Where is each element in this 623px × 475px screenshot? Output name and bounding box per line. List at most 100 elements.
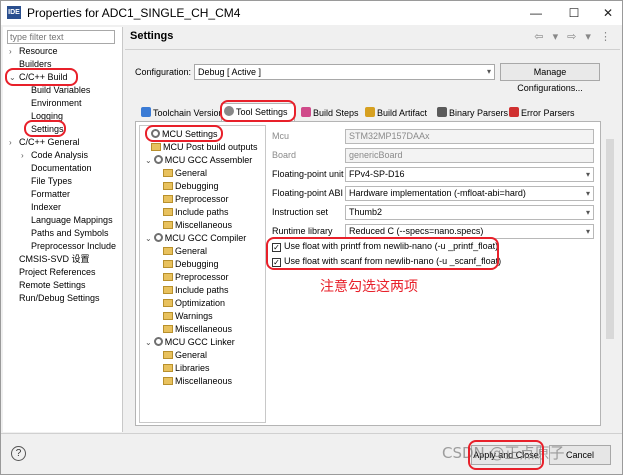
nav-item-label: Project References bbox=[19, 267, 96, 277]
nav-item[interactable]: Documentation bbox=[21, 162, 92, 175]
tab-error-parsers[interactable]: Error Parsers bbox=[507, 105, 575, 121]
tab-build-artifact[interactable]: Build Artifact bbox=[363, 105, 427, 121]
field-label: Mcu bbox=[272, 131, 290, 141]
chevron-right-icon: › bbox=[21, 151, 24, 160]
folder-icon bbox=[163, 221, 173, 229]
nav-item[interactable]: Formatter bbox=[21, 188, 70, 201]
nav-item[interactable]: Preprocessor Include bbox=[21, 240, 116, 253]
tree-node[interactable]: Optimization bbox=[163, 297, 225, 310]
field-value: genericBoard bbox=[349, 150, 403, 160]
annotation-note: 注意勾选这两项 bbox=[320, 279, 418, 295]
configuration-label: Configuration: bbox=[135, 67, 192, 77]
tree-node[interactable]: Miscellaneous bbox=[163, 375, 232, 388]
tree-node[interactable]: Debugging bbox=[163, 180, 219, 193]
configuration-select[interactable]: Debug [ Active ] ▾ bbox=[194, 64, 495, 80]
nav-item[interactable]: CMSIS-SVD 设置 bbox=[9, 253, 90, 266]
tree-node[interactable]: ⌄ MCU GCC Compiler bbox=[145, 232, 246, 245]
nav-item-label: Run/Debug Settings bbox=[19, 293, 100, 303]
field-board: genericBoard bbox=[345, 148, 594, 163]
tab-build-steps[interactable]: Build Steps bbox=[299, 105, 359, 121]
nav-item[interactable]: Project References bbox=[9, 266, 96, 279]
field-value: Reduced C (--specs=nano.specs) bbox=[349, 226, 484, 236]
field-label: Floating-point ABI bbox=[272, 188, 344, 198]
tree-node[interactable]: MCU Post build outputs bbox=[151, 141, 258, 154]
nav-item[interactable]: File Types bbox=[21, 175, 72, 188]
nav-item[interactable]: Paths and Symbols bbox=[21, 227, 109, 240]
highlight-cpp-build bbox=[5, 68, 78, 86]
field-floating-point-unit[interactable]: FPv4-SP-D16 ▾ bbox=[345, 167, 594, 182]
tree-node-label: Debugging bbox=[175, 181, 219, 191]
maximize-button[interactable]: ☐ bbox=[561, 4, 587, 22]
nav-item-label: C/C++ General bbox=[19, 137, 80, 147]
vertical-scrollbar[interactable] bbox=[605, 125, 615, 427]
field-floating-point-abi[interactable]: Hardware implementation (-mfloat-abi=har… bbox=[345, 186, 594, 201]
chevron-down-icon: ▾ bbox=[585, 208, 590, 217]
highlight-apply-close bbox=[468, 440, 544, 470]
close-button[interactable]: ✕ bbox=[595, 4, 621, 22]
tree-node[interactable]: ⌄ MCU GCC Assembler bbox=[145, 154, 252, 167]
manage-configurations-button[interactable]: Manage Configurations... bbox=[500, 63, 600, 93]
filter-input[interactable] bbox=[7, 30, 115, 44]
nav-item[interactable]: Language Mappings bbox=[21, 214, 113, 227]
tab-toolchain-version[interactable]: Toolchain Version bbox=[139, 105, 224, 121]
nav-item[interactable]: Run/Debug Settings bbox=[9, 292, 100, 305]
tree-node[interactable]: Preprocessor bbox=[163, 271, 229, 284]
scrollbar-thumb[interactable] bbox=[606, 139, 614, 339]
highlight-settings bbox=[24, 120, 66, 137]
field-label: Instruction set bbox=[272, 207, 329, 217]
nav-item-label: Build Variables bbox=[31, 85, 91, 95]
tree-node[interactable]: Miscellaneous bbox=[163, 219, 232, 232]
tree-node[interactable]: Miscellaneous bbox=[163, 323, 232, 336]
chevron-right-icon: › bbox=[9, 47, 12, 56]
tree-node[interactable]: General bbox=[163, 167, 207, 180]
tree-node-label: Preprocessor bbox=[175, 272, 229, 282]
field-label: Floating-point unit bbox=[272, 169, 344, 179]
nav-item[interactable]: Remote Settings bbox=[9, 279, 86, 292]
configuration-value: Debug [ Active ] bbox=[198, 67, 262, 77]
field-value: Hardware implementation (-mfloat-abi=har… bbox=[349, 188, 526, 198]
chevron-right-icon: › bbox=[9, 138, 12, 147]
field-mcu: STM32MP157DAAx bbox=[345, 129, 594, 144]
nav-item[interactable]: › Resource bbox=[9, 45, 58, 58]
field-label: Board bbox=[272, 150, 297, 160]
tree-node[interactable]: General bbox=[163, 245, 207, 258]
tree-node[interactable]: General bbox=[163, 349, 207, 362]
tree-node[interactable]: Libraries bbox=[163, 362, 210, 375]
toolchain-icon bbox=[141, 107, 151, 117]
tree-node[interactable]: ⌄ MCU GCC Linker bbox=[145, 336, 235, 349]
field-value: Thumb2 bbox=[349, 207, 383, 217]
tree-node[interactable]: Include paths bbox=[163, 284, 229, 297]
nav-item[interactable]: Indexer bbox=[21, 201, 61, 214]
nav-item[interactable]: › Code Analysis bbox=[21, 149, 88, 162]
tree-node-label: Preprocessor bbox=[175, 194, 229, 204]
nav-item[interactable]: › C/C++ General bbox=[9, 136, 80, 149]
highlight-mcu-settings bbox=[145, 125, 223, 142]
tree-node-label: MCU Post build outputs bbox=[163, 142, 258, 152]
nav-item-label: Environment bbox=[31, 98, 82, 108]
nav-item-label: Language Mappings bbox=[31, 215, 113, 225]
nav-item-label: Remote Settings bbox=[19, 280, 86, 290]
field-value: FPv4-SP-D16 bbox=[349, 169, 405, 179]
chevron-down-icon: ▾ bbox=[486, 67, 491, 76]
folder-icon bbox=[163, 182, 173, 190]
highlight-float-checkboxes bbox=[266, 237, 499, 270]
tree-node[interactable]: Preprocessor bbox=[163, 193, 229, 206]
folder-icon bbox=[163, 169, 173, 177]
tree-node-label: Libraries bbox=[175, 363, 210, 373]
tab-binary-parsers[interactable]: Binary Parsers bbox=[435, 105, 508, 121]
field-instruction-set[interactable]: Thumb2 ▾ bbox=[345, 205, 594, 220]
nav-item-label: Indexer bbox=[31, 202, 62, 212]
tree-node[interactable]: Include paths bbox=[163, 206, 229, 219]
tree-node-label: Warnings bbox=[175, 311, 213, 321]
folder-icon bbox=[163, 208, 173, 216]
settings-header: Settings ⇦ ▾ ⇨ ▾ ⋮ bbox=[125, 27, 620, 49]
nav-item[interactable]: Environment bbox=[21, 97, 82, 110]
history-nav-icons[interactable]: ⇦ ▾ ⇨ ▾ ⋮ bbox=[534, 30, 614, 43]
help-icon[interactable]: ? bbox=[11, 446, 26, 461]
minimize-button[interactable]: — bbox=[523, 4, 549, 22]
tree-node[interactable]: Warnings bbox=[163, 310, 213, 323]
nav-item-label: Documentation bbox=[31, 163, 92, 173]
tree-node[interactable]: Debugging bbox=[163, 258, 219, 271]
tree-node-label: General bbox=[175, 350, 208, 360]
build-steps-icon bbox=[301, 107, 311, 117]
